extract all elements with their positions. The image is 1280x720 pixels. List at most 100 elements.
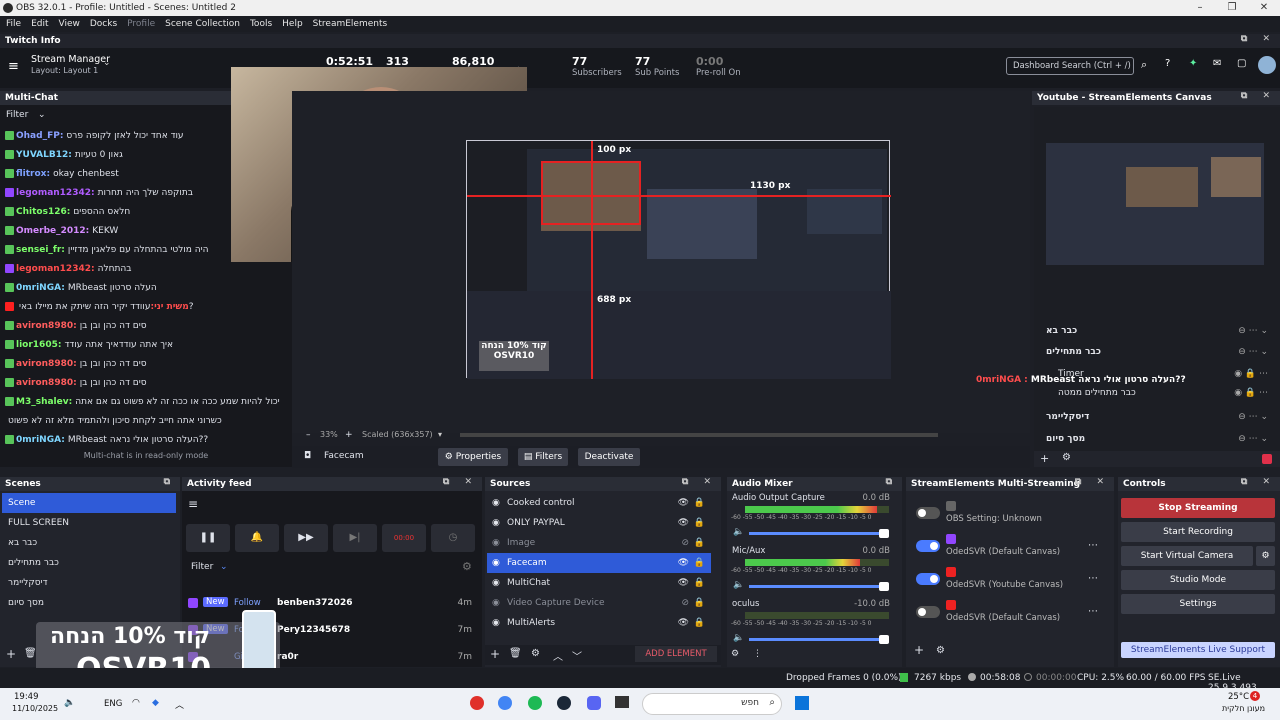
zoom-out-icon[interactable]: – (306, 430, 311, 440)
scene-item[interactable]: מסך סיום (2, 593, 176, 613)
chevron-down-icon[interactable]: ⌄ (103, 58, 111, 68)
notification-badge[interactable]: 4 (1250, 691, 1260, 701)
deactivate-button[interactable]: Deactivate (578, 448, 640, 466)
live-support-button[interactable]: StreamElements Live Support (1121, 642, 1275, 658)
arrow-down-icon[interactable]: ﹀ (572, 648, 582, 663)
volume-icon[interactable]: 🔈 (64, 698, 75, 708)
lock-icon[interactable]: 🔒 (694, 593, 705, 613)
source-item[interactable]: ◉ MultiChat 👁 🔒 (487, 573, 711, 593)
scene-item[interactable]: כבר מתחילים (2, 553, 176, 573)
menu-help[interactable]: Help (282, 19, 303, 29)
chevron-up-icon[interactable]: ︿ (175, 698, 184, 711)
language-indicator[interactable]: ENG (104, 699, 122, 709)
scene-actions-icon[interactable]: ◉ 🔒 ⋯ (1234, 383, 1268, 403)
stream-toggle[interactable] (916, 540, 940, 552)
horizontal-scrollbar[interactable] (460, 433, 938, 437)
dock-controls[interactable]: ⧉ (886, 477, 898, 487)
chevron-down-icon[interactable]: ▾ (438, 430, 442, 439)
stream-manager-label[interactable]: Stream Manager (31, 54, 110, 65)
speaker-icon[interactable]: 🔈 (733, 527, 744, 537)
lock-icon[interactable]: 🔒 (694, 513, 705, 533)
more-icon[interactable]: ⋯ (1088, 540, 1098, 551)
add-element-button[interactable]: ADD ELEMENT (635, 646, 717, 662)
menu-file[interactable]: File (6, 19, 21, 29)
canvas-scene-item[interactable]: כבר בא ⊖ ⋯ ⌄ (1034, 321, 1280, 341)
activity-filter[interactable]: Filter (191, 562, 213, 572)
file-explorer-icon[interactable] (615, 696, 629, 708)
chevron-down-icon[interactable]: ⌄ (38, 110, 46, 120)
more-icon[interactable]: ⋮ (753, 649, 762, 659)
dock-controls[interactable]: ⧉ ✕ (1075, 477, 1110, 487)
scene-actions-icon[interactable]: ◉ 🔒 ⋯ (1234, 364, 1268, 384)
avatar[interactable] (1258, 56, 1276, 74)
zoom-in-icon[interactable]: + (345, 430, 353, 440)
stream-preview-canvas[interactable]: קוד 10% הנחה OSVR10 100 px 1130 px 688 p… (466, 140, 891, 379)
settings-button[interactable]: Settings (1121, 594, 1275, 614)
mixer-settings-icon[interactable]: ⚙ (731, 649, 739, 659)
next-button[interactable]: ▶| (333, 524, 377, 552)
close-button[interactable]: ✕ (1248, 0, 1280, 16)
taskbar-search-input[interactable]: חפש ⌕ (642, 693, 782, 715)
search-icon[interactable]: ⌕ (1141, 58, 1147, 72)
start-virtual-camera-button[interactable]: Start Virtual Camera (1121, 546, 1253, 566)
canvas-scene-item[interactable]: כבר מתחילים ⊖ ⋯ ⌄ (1034, 342, 1280, 362)
source-item[interactable]: ◉ Facecam 👁 🔒 (487, 553, 711, 573)
canvas-preview[interactable] (1046, 143, 1264, 265)
chevron-down-icon[interactable]: ⌄ (220, 562, 228, 572)
eye-icon[interactable]: 👁 (678, 613, 689, 633)
scene-item[interactable]: FULL SCREEN (2, 513, 176, 533)
dock-controls[interactable]: ⧉ ✕ (1241, 477, 1276, 487)
gear-icon[interactable]: ⚙ (936, 645, 945, 656)
trash-icon[interactable]: 🗑 (509, 648, 522, 659)
scene-item[interactable]: כבר בא (2, 533, 176, 553)
add-icon[interactable]: + (490, 647, 500, 661)
dock-controls[interactable]: ⧉ ✕ (682, 477, 717, 487)
source-item[interactable]: ◉ MultiAlerts 👁 🔒 (487, 613, 711, 633)
chrome-icon[interactable] (498, 696, 512, 710)
skip-button[interactable]: ▶▶ (284, 524, 328, 552)
lock-icon[interactable]: 🔒 (694, 573, 705, 593)
maximize-button[interactable]: ❐ (1216, 0, 1248, 16)
eye-off-icon[interactable]: ⊘ (681, 533, 689, 553)
minimize-button[interactable]: – (1184, 0, 1216, 16)
wifi-icon[interactable]: ◠ (132, 698, 140, 708)
lock-icon[interactable]: 🔒 (694, 493, 705, 513)
gear-icon[interactable]: ⚙ (1062, 452, 1071, 463)
discord-icon[interactable] (587, 696, 601, 710)
studio-mode-button[interactable]: Studio Mode (1121, 570, 1275, 590)
pause-button[interactable]: ❚❚ (186, 524, 230, 552)
lock-icon[interactable]: 🔒 (694, 613, 705, 633)
arrow-up-icon[interactable]: ︿ (553, 648, 563, 663)
menu-streamelements[interactable]: StreamElements (313, 19, 388, 29)
menu-edit[interactable]: Edit (31, 19, 48, 29)
stream-toggle[interactable] (916, 573, 940, 585)
scene-actions-icon[interactable]: ⊖ ⋯ ⌄ (1238, 342, 1268, 362)
add-icon[interactable]: + (914, 643, 924, 657)
obs-taskbar-icon[interactable] (470, 696, 484, 710)
eye-icon[interactable]: 👁 (678, 493, 689, 513)
stream-toggle[interactable] (916, 606, 940, 618)
steam-icon[interactable] (557, 696, 571, 710)
add-scene-icon[interactable]: + (6, 647, 16, 661)
shield-icon[interactable]: ◆ (152, 698, 159, 708)
sparkle-icon[interactable]: ✦ (1189, 58, 1197, 69)
source-item[interactable]: ◉ ONLY PAYPAL 👁 🔒 (487, 513, 711, 533)
eye-icon[interactable]: 👁 (678, 573, 689, 593)
volume-slider[interactable] (749, 582, 889, 591)
bell-icon[interactable]: 🔔 (235, 524, 279, 552)
properties-button[interactable]: ⚙ Properties (438, 448, 508, 466)
canvas-scene-item[interactable]: דיסקליימר ⊖ ⋯ ⌄ (1034, 407, 1280, 427)
gear-icon[interactable]: ⚙ (531, 648, 540, 659)
canvas-scene-item[interactable]: מסך סיום ⊖ ⋯ ⌄ (1034, 429, 1280, 449)
more-icon[interactable]: ⋯ (1088, 606, 1098, 617)
menu-docks[interactable]: Docks (90, 19, 117, 29)
speaker-icon[interactable]: 🔈 (733, 580, 744, 590)
scene-item[interactable]: דיסקליימר (2, 573, 176, 593)
menu-view[interactable]: View (59, 19, 80, 29)
source-item[interactable]: ◉ Image ⊘ 🔒 (487, 533, 711, 553)
scene-item[interactable]: Scene (2, 493, 176, 513)
dock-controls[interactable]: ⧉ ✕ (1241, 34, 1276, 44)
stop-streaming-button[interactable]: Stop Streaming (1121, 498, 1275, 518)
mail-icon[interactable]: ✉ (1213, 58, 1221, 69)
dashboard-search-input[interactable]: Dashboard Search (Ctrl + /) (1006, 57, 1134, 75)
